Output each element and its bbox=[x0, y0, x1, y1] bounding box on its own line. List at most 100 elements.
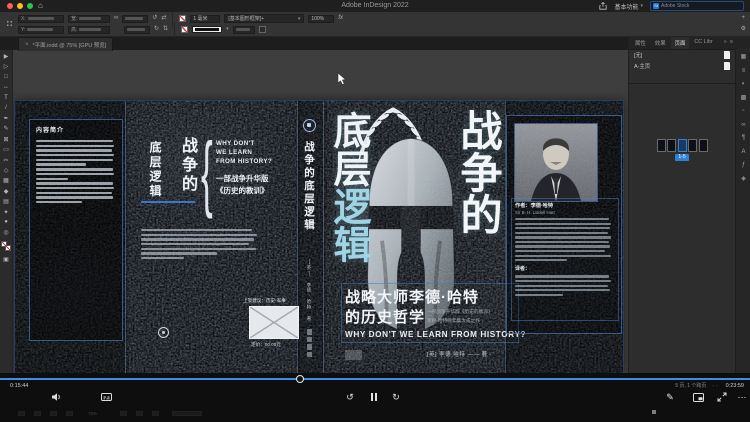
panel-tab[interactable]: CC Libr bbox=[690, 36, 716, 49]
gradient-feather-tool-icon[interactable]: ◆ bbox=[0, 186, 12, 196]
author-bio-text-frame[interactable]: 作者：李德·哈特 Sir B. H. Liddell Hart 译者： bbox=[511, 198, 619, 321]
rotate-cw-icon[interactable]: ↻ bbox=[154, 25, 159, 34]
fill-swatch-none[interactable] bbox=[179, 15, 186, 22]
share-icon[interactable] bbox=[599, 0, 607, 15]
stock-search-box[interactable]: St bbox=[650, 1, 744, 11]
text-line bbox=[515, 218, 609, 220]
pause-button[interactable] bbox=[368, 391, 380, 403]
object-style-dropdown[interactable]: [基本图形框架]+▾ bbox=[224, 14, 304, 23]
y-position-field[interactable]: Y: bbox=[18, 26, 64, 34]
fill-stroke-proxy[interactable] bbox=[1, 241, 11, 251]
height-field[interactable]: 高: bbox=[68, 26, 110, 34]
close-icon[interactable]: × bbox=[25, 42, 29, 48]
flip-vertical-icon[interactable]: ⇅ bbox=[163, 25, 168, 34]
screen-mode-button[interactable]: ▣ bbox=[3, 256, 9, 263]
zoom-level-value[interactable]: 75% bbox=[88, 411, 97, 416]
offset-field[interactable]: 1 毫米 bbox=[190, 15, 220, 23]
video-progress-bar[interactable] bbox=[0, 378, 750, 380]
pen-tool-icon[interactable]: ✒ bbox=[0, 113, 12, 123]
add-icon[interactable]: + bbox=[742, 14, 746, 23]
scale-x-field[interactable] bbox=[122, 15, 148, 23]
pages-panel-icon[interactable]: ▫ bbox=[742, 108, 744, 115]
swatches-panel-icon[interactable]: ▦ bbox=[741, 54, 747, 61]
cc-libraries-panel-icon[interactable]: ◈ bbox=[741, 176, 746, 183]
progress-handle[interactable] bbox=[296, 375, 304, 383]
fullscreen-button[interactable] bbox=[716, 391, 728, 403]
links-panel-icon[interactable]: ∞ bbox=[741, 122, 745, 129]
field-value bbox=[27, 28, 53, 31]
page-tool-icon[interactable]: □ bbox=[0, 72, 12, 82]
free-transform-tool-icon[interactable]: ◇ bbox=[0, 165, 12, 175]
collapse-panels-icon[interactable]: » bbox=[724, 39, 727, 45]
effects-fx-button[interactable]: fx bbox=[338, 14, 343, 23]
gradient-panel-icon[interactable]: ▩ bbox=[741, 95, 747, 102]
zoom-tool-icon[interactable]: ◎ bbox=[0, 228, 12, 238]
search-input[interactable] bbox=[661, 3, 731, 9]
stroke-style-dropdown[interactable] bbox=[192, 26, 222, 33]
effects-panel-icon[interactable]: ƒ bbox=[742, 162, 745, 169]
scissors-tool-icon[interactable]: ✂ bbox=[0, 155, 12, 165]
front-flap-frame[interactable]: 作者：李德·哈特 Sir B. H. Liddell Hart 译者： bbox=[506, 115, 622, 334]
frame-tool-icon[interactable]: ⊠ bbox=[0, 134, 12, 144]
opacity-field[interactable]: 100% bbox=[308, 15, 334, 23]
reference-point-proxy[interactable] bbox=[6, 20, 14, 28]
panel-tab[interactable]: 属性 bbox=[631, 36, 650, 49]
picture-in-picture-button[interactable] bbox=[692, 391, 704, 403]
line-tool-icon[interactable]: / bbox=[0, 103, 12, 113]
more-options-button[interactable]: ⋯ bbox=[736, 391, 748, 403]
color-panel-icon[interactable]: ◐ bbox=[742, 81, 746, 88]
paragraph-styles-panel-icon[interactable]: ¶ bbox=[742, 135, 745, 142]
edit-notes-button[interactable]: ✎ bbox=[664, 391, 676, 403]
note-tool-icon[interactable]: ▤ bbox=[0, 196, 12, 206]
gear-icon[interactable]: ⚙ bbox=[741, 25, 746, 34]
gap-tool-icon[interactable]: ↔ bbox=[0, 82, 12, 92]
direct-selection-tool-icon[interactable]: ▷ bbox=[0, 61, 12, 71]
author-photo[interactable] bbox=[514, 123, 598, 202]
tagline-line: WE LEARN bbox=[216, 148, 272, 157]
flip-horizontal-icon[interactable]: ⇄ bbox=[161, 14, 166, 23]
status-control bbox=[34, 411, 41, 416]
forward-15s-button[interactable]: ↻ bbox=[390, 391, 402, 403]
page-thumbnail[interactable] bbox=[688, 139, 697, 152]
stroke-swatch-none[interactable] bbox=[181, 26, 188, 33]
chevron-down-icon[interactable]: ▾ bbox=[226, 25, 229, 34]
scale-y-field[interactable] bbox=[124, 26, 150, 34]
text-line bbox=[515, 236, 611, 238]
hand-tool-icon[interactable]: ● bbox=[0, 217, 12, 227]
x-position-field[interactable]: X: bbox=[18, 15, 64, 23]
stroke-panel-icon[interactable]: ≡ bbox=[742, 68, 746, 75]
panel-tab[interactable]: 效果 bbox=[651, 36, 670, 49]
subtitle-button[interactable] bbox=[100, 391, 112, 403]
volume-button[interactable] bbox=[50, 391, 62, 403]
replay-15s-button[interactable]: ↺ bbox=[344, 391, 356, 403]
type-tool-icon[interactable]: T bbox=[0, 93, 12, 103]
master-page-row[interactable]: A-主页 bbox=[629, 60, 735, 71]
stroke-color-swatch[interactable] bbox=[5, 245, 11, 251]
stroke-weight-field[interactable] bbox=[233, 26, 255, 34]
gradient-tool-icon[interactable]: ▦ bbox=[0, 176, 12, 186]
panel-menu-icon[interactable]: ≡ bbox=[730, 39, 733, 45]
constrain-proportions-icon[interactable]: ∞ bbox=[114, 14, 118, 23]
panel-tab[interactable]: 页面 bbox=[671, 36, 690, 49]
front-english-line: WHY DON'T WE LEARN FROM HISTORY? bbox=[345, 330, 526, 339]
back-flap-text-frame[interactable]: 内容简介 bbox=[29, 119, 123, 341]
preview-swatch[interactable] bbox=[259, 26, 266, 33]
rectangle-tool-icon[interactable]: ▭ bbox=[0, 145, 12, 155]
spine-title: 战争的底层逻辑 bbox=[302, 141, 317, 232]
book-jacket-spread[interactable]: 内容简介 战争的 底层逻辑 { WHY DON'T WE LEARN FROM … bbox=[14, 100, 624, 374]
document-tab[interactable]: × *平面.indd @ 75% [GPU 预览] bbox=[18, 37, 113, 51]
master-page-row[interactable]: [无] bbox=[629, 49, 735, 60]
workspace-switcher[interactable]: 基本功能 ▾ bbox=[614, 2, 643, 11]
eyedropper-tool-icon[interactable]: ✦ bbox=[0, 207, 12, 217]
width-field[interactable]: 宽: bbox=[68, 15, 110, 23]
selection-tool-icon[interactable]: ▶ bbox=[0, 51, 12, 61]
page-thumbnail[interactable] bbox=[657, 139, 666, 152]
page-thumbnail[interactable] bbox=[678, 139, 687, 152]
page-range-label[interactable]: 1-5 bbox=[675, 154, 688, 161]
page-thumbnail[interactable] bbox=[667, 139, 676, 152]
character-styles-panel-icon[interactable]: A bbox=[741, 149, 745, 156]
barcode-placeholder-frame[interactable] bbox=[249, 306, 299, 339]
pencil-tool-icon[interactable]: ✎ bbox=[0, 124, 12, 134]
page-thumbnail[interactable] bbox=[699, 139, 708, 152]
rotate-ccw-icon[interactable]: ↺ bbox=[152, 14, 157, 23]
